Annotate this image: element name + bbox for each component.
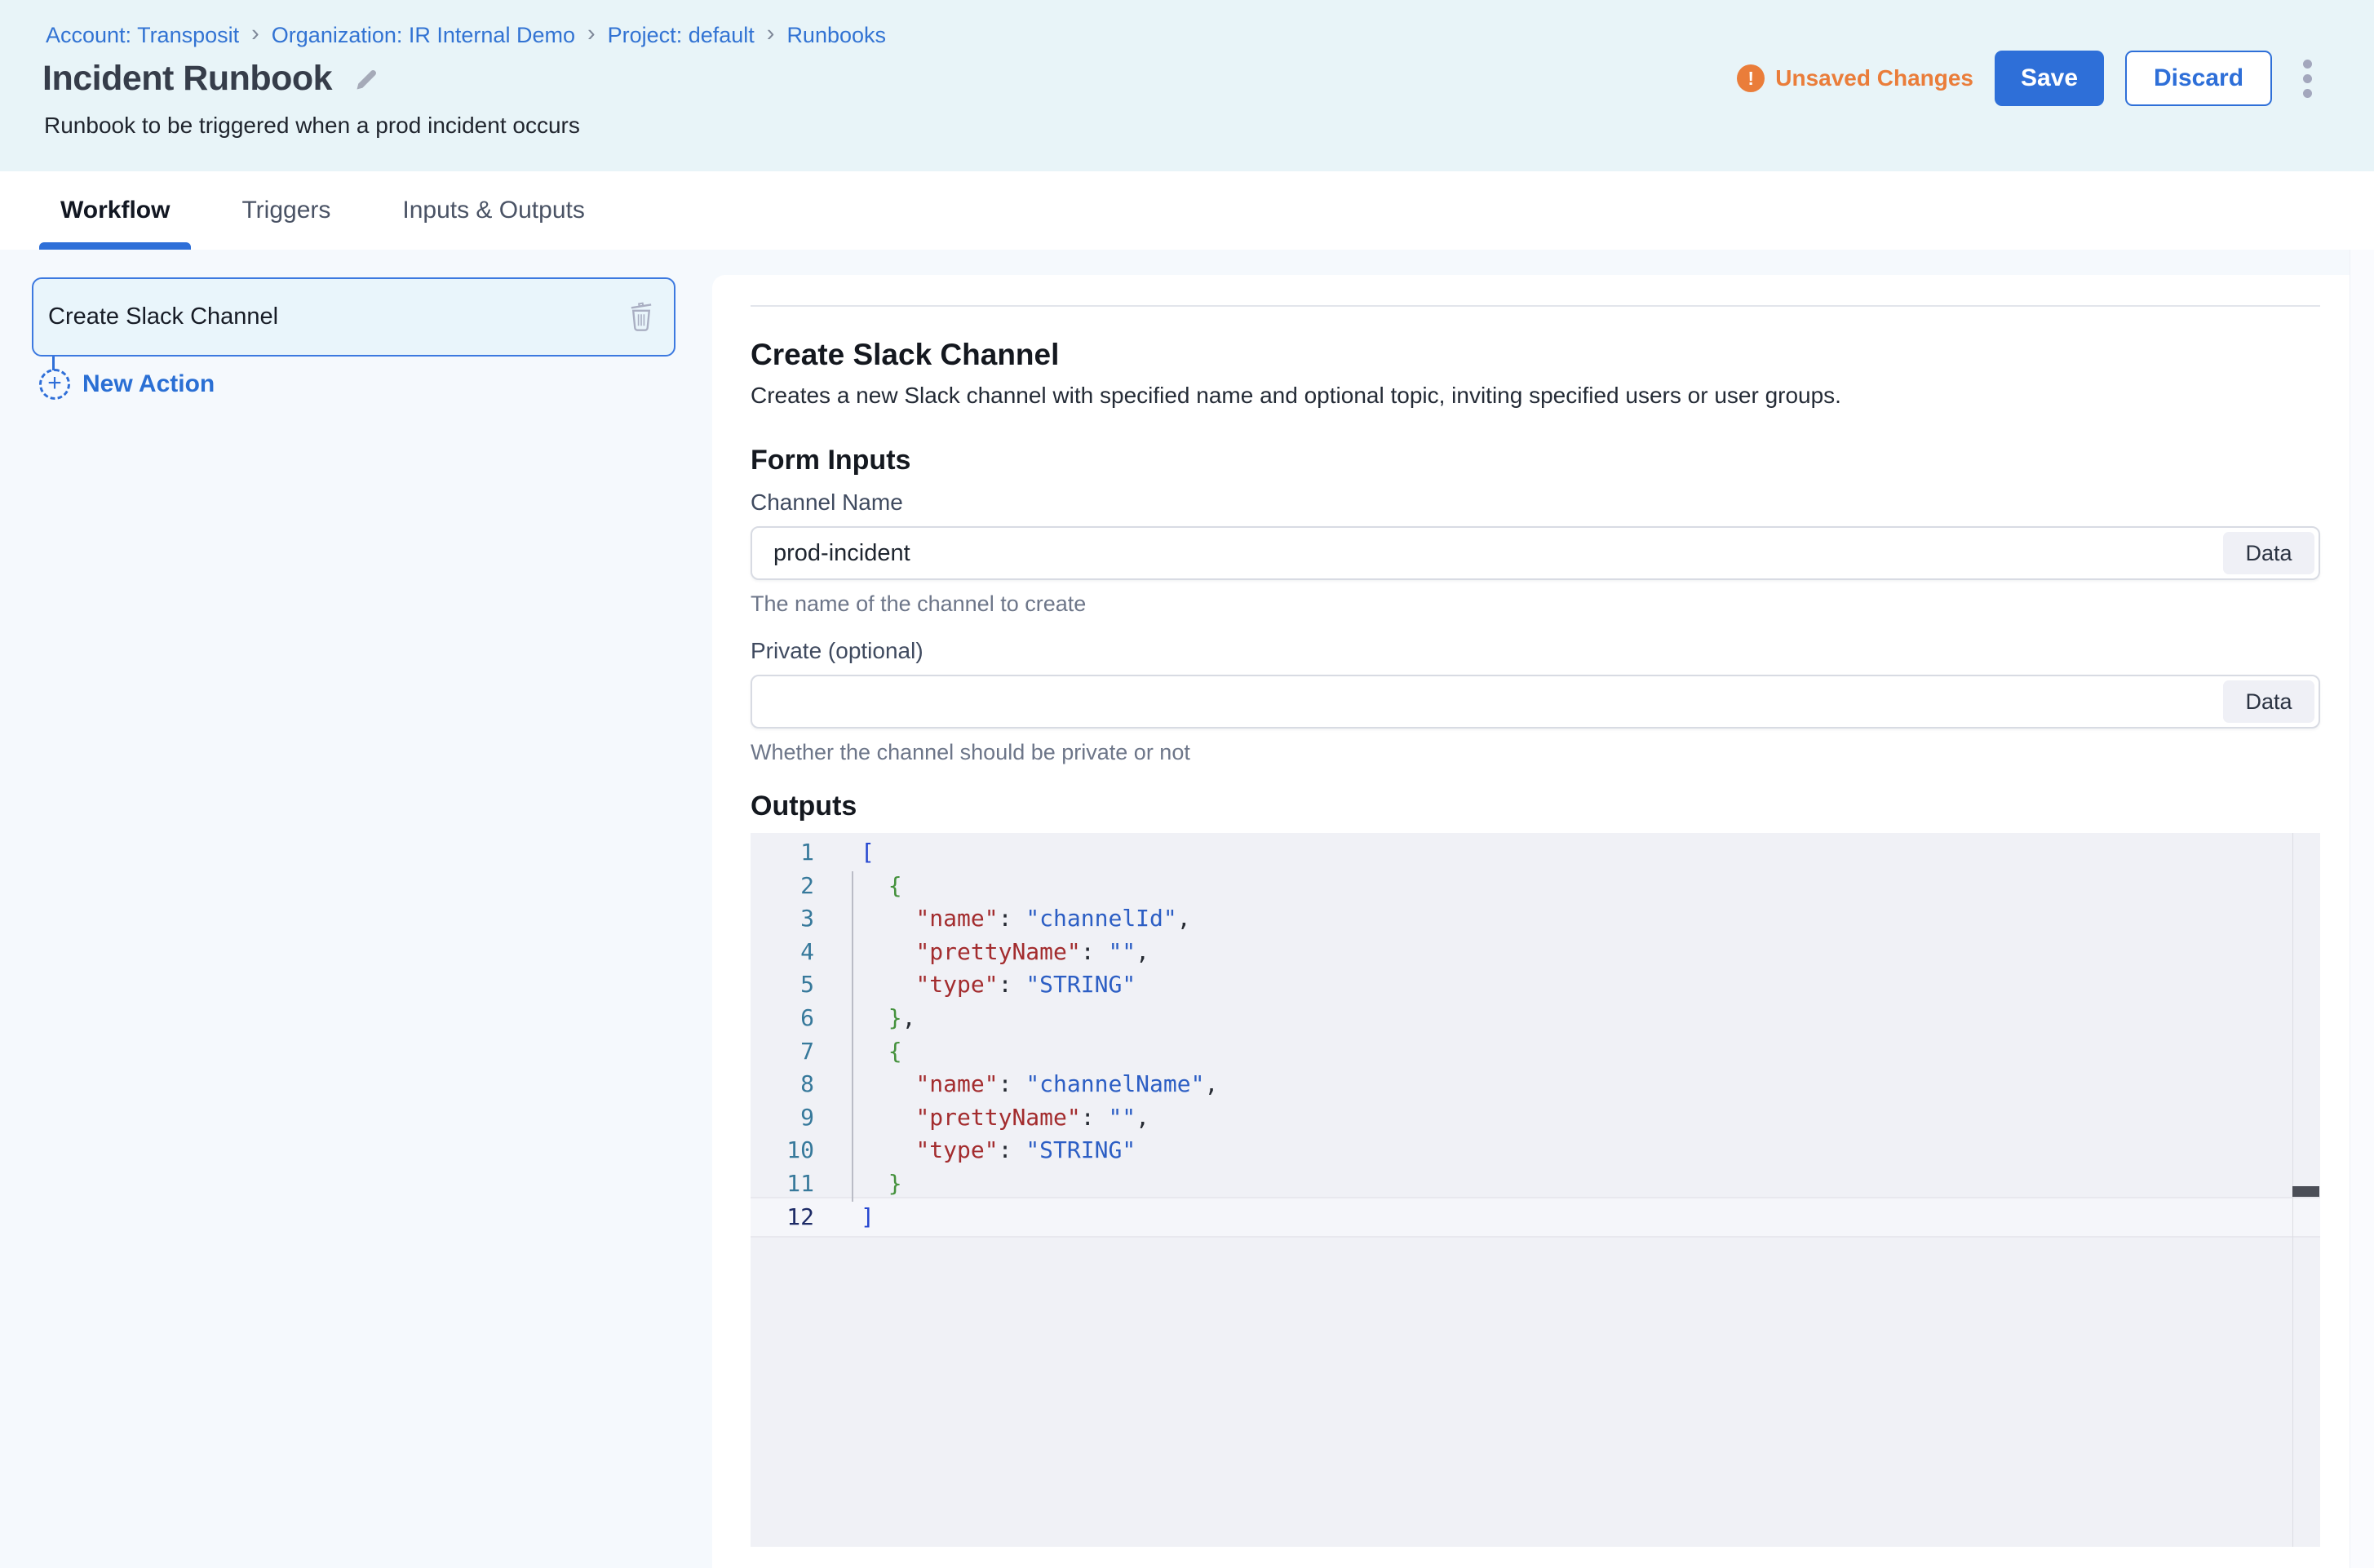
page-title: Incident Runbook xyxy=(42,59,332,99)
outputs-code-editor[interactable]: 1 [2 {3 "name": "channelId", 4 "prettyName… xyxy=(751,833,2320,1547)
channel-name-help: The name of the channel to create xyxy=(751,590,2320,618)
indent-guide-line xyxy=(852,871,853,1202)
code-line: "prettyName": "", xyxy=(861,1101,1149,1134)
header-actions: ! Unsaved Changes Save Discard xyxy=(1737,51,2317,106)
breadcrumb-separator-icon: › xyxy=(767,20,775,47)
line-number: 4 xyxy=(751,935,814,968)
action-card-label: Create Slack Channel xyxy=(48,303,278,330)
breadcrumb-separator-icon: › xyxy=(251,20,259,47)
action-detail-title: Create Slack Channel xyxy=(751,336,2320,373)
breadcrumb-organization-link[interactable]: Organization: IR Internal Demo xyxy=(272,23,575,48)
warning-icon: ! xyxy=(1737,64,1765,92)
runbook-subtitle: Runbook to be triggered when a prod inci… xyxy=(44,113,580,139)
line-number: 9 xyxy=(751,1101,814,1134)
line-number: 5 xyxy=(751,968,814,1001)
line-number: 1 xyxy=(751,835,814,869)
code-line: "name": "channelName", xyxy=(861,1067,1218,1101)
private-help: Whether the channel should be private or… xyxy=(751,738,2320,766)
new-action-button[interactable]: + New Action xyxy=(39,369,215,400)
code-line: { xyxy=(861,1034,902,1068)
code-line: "prettyName": "", xyxy=(861,935,1149,968)
editor-scrollbar-thumb[interactable] xyxy=(2292,1186,2319,1197)
unsaved-changes-status: ! Unsaved Changes xyxy=(1737,64,1973,92)
line-number: 10 xyxy=(751,1133,814,1167)
delete-action-trash-icon[interactable] xyxy=(627,299,656,334)
private-input[interactable] xyxy=(752,676,2212,727)
code-line: } xyxy=(861,1167,902,1200)
line-number: 2 xyxy=(751,869,814,902)
code-line: { xyxy=(861,869,902,902)
tab-bar: Workflow Triggers Inputs & Outputs xyxy=(0,171,2374,250)
outputs-heading: Outputs xyxy=(751,789,2320,823)
channel-name-label: Channel Name xyxy=(751,489,2320,516)
workflow-action-card[interactable]: Create Slack Channel xyxy=(32,277,675,357)
code-line: "type": "STRING" xyxy=(861,1133,1136,1167)
breadcrumb-runbooks-link[interactable]: Runbooks xyxy=(786,23,886,48)
private-label: Private (optional) xyxy=(751,637,2320,665)
active-line-highlight xyxy=(751,1197,2320,1238)
plus-icon: + xyxy=(39,369,70,400)
breadcrumb: Account: Transposit › Organization: IR I… xyxy=(46,22,886,49)
edit-title-pencil-icon[interactable] xyxy=(353,65,381,93)
tab-inputs-outputs[interactable]: Inputs & Outputs xyxy=(381,171,605,250)
action-detail-card: Create Slack Channel Creates a new Slack… xyxy=(712,275,2374,1568)
breadcrumb-project-link[interactable]: Project: default xyxy=(608,23,755,48)
page-header: Account: Transposit › Organization: IR I… xyxy=(0,0,2374,171)
private-input-row: Data xyxy=(751,675,2320,729)
code-line: "name": "channelId", xyxy=(861,901,1191,935)
breadcrumb-account-link[interactable]: Account: Transposit xyxy=(46,23,239,48)
new-action-label: New Action xyxy=(82,370,215,398)
channel-name-data-button[interactable]: Data xyxy=(2223,532,2314,574)
tab-triggers[interactable]: Triggers xyxy=(220,171,352,250)
discard-button[interactable]: Discard xyxy=(2125,51,2272,106)
line-number: 12 xyxy=(751,1200,814,1234)
kebab-menu-icon[interactable] xyxy=(2298,53,2317,104)
channel-name-input[interactable] xyxy=(752,528,2212,578)
code-line: [ xyxy=(861,835,875,869)
line-number: 8 xyxy=(751,1067,814,1101)
channel-name-input-row: Data xyxy=(751,526,2320,580)
page-scrollbar-gutter[interactable] xyxy=(2350,250,2374,1568)
action-detail-description: Creates a new Slack channel with specifi… xyxy=(751,381,2320,410)
line-number: 3 xyxy=(751,901,814,935)
top-divider xyxy=(751,305,2320,307)
save-button[interactable]: Save xyxy=(1995,51,2104,106)
form-inputs-heading: Form Inputs xyxy=(751,443,2320,477)
code-line: ] xyxy=(861,1200,875,1234)
tab-workflow[interactable]: Workflow xyxy=(39,171,191,250)
unsaved-changes-label: Unsaved Changes xyxy=(1775,65,1973,91)
code-line: }, xyxy=(861,1001,915,1034)
line-number: 6 xyxy=(751,1001,814,1034)
content-area: Create Slack Channel + New Action Create… xyxy=(0,250,2374,1568)
private-data-button[interactable]: Data xyxy=(2223,680,2314,723)
code-line: "type": "STRING" xyxy=(861,968,1136,1001)
line-number: 7 xyxy=(751,1034,814,1068)
breadcrumb-separator-icon: › xyxy=(587,20,596,47)
line-number: 11 xyxy=(751,1167,814,1200)
